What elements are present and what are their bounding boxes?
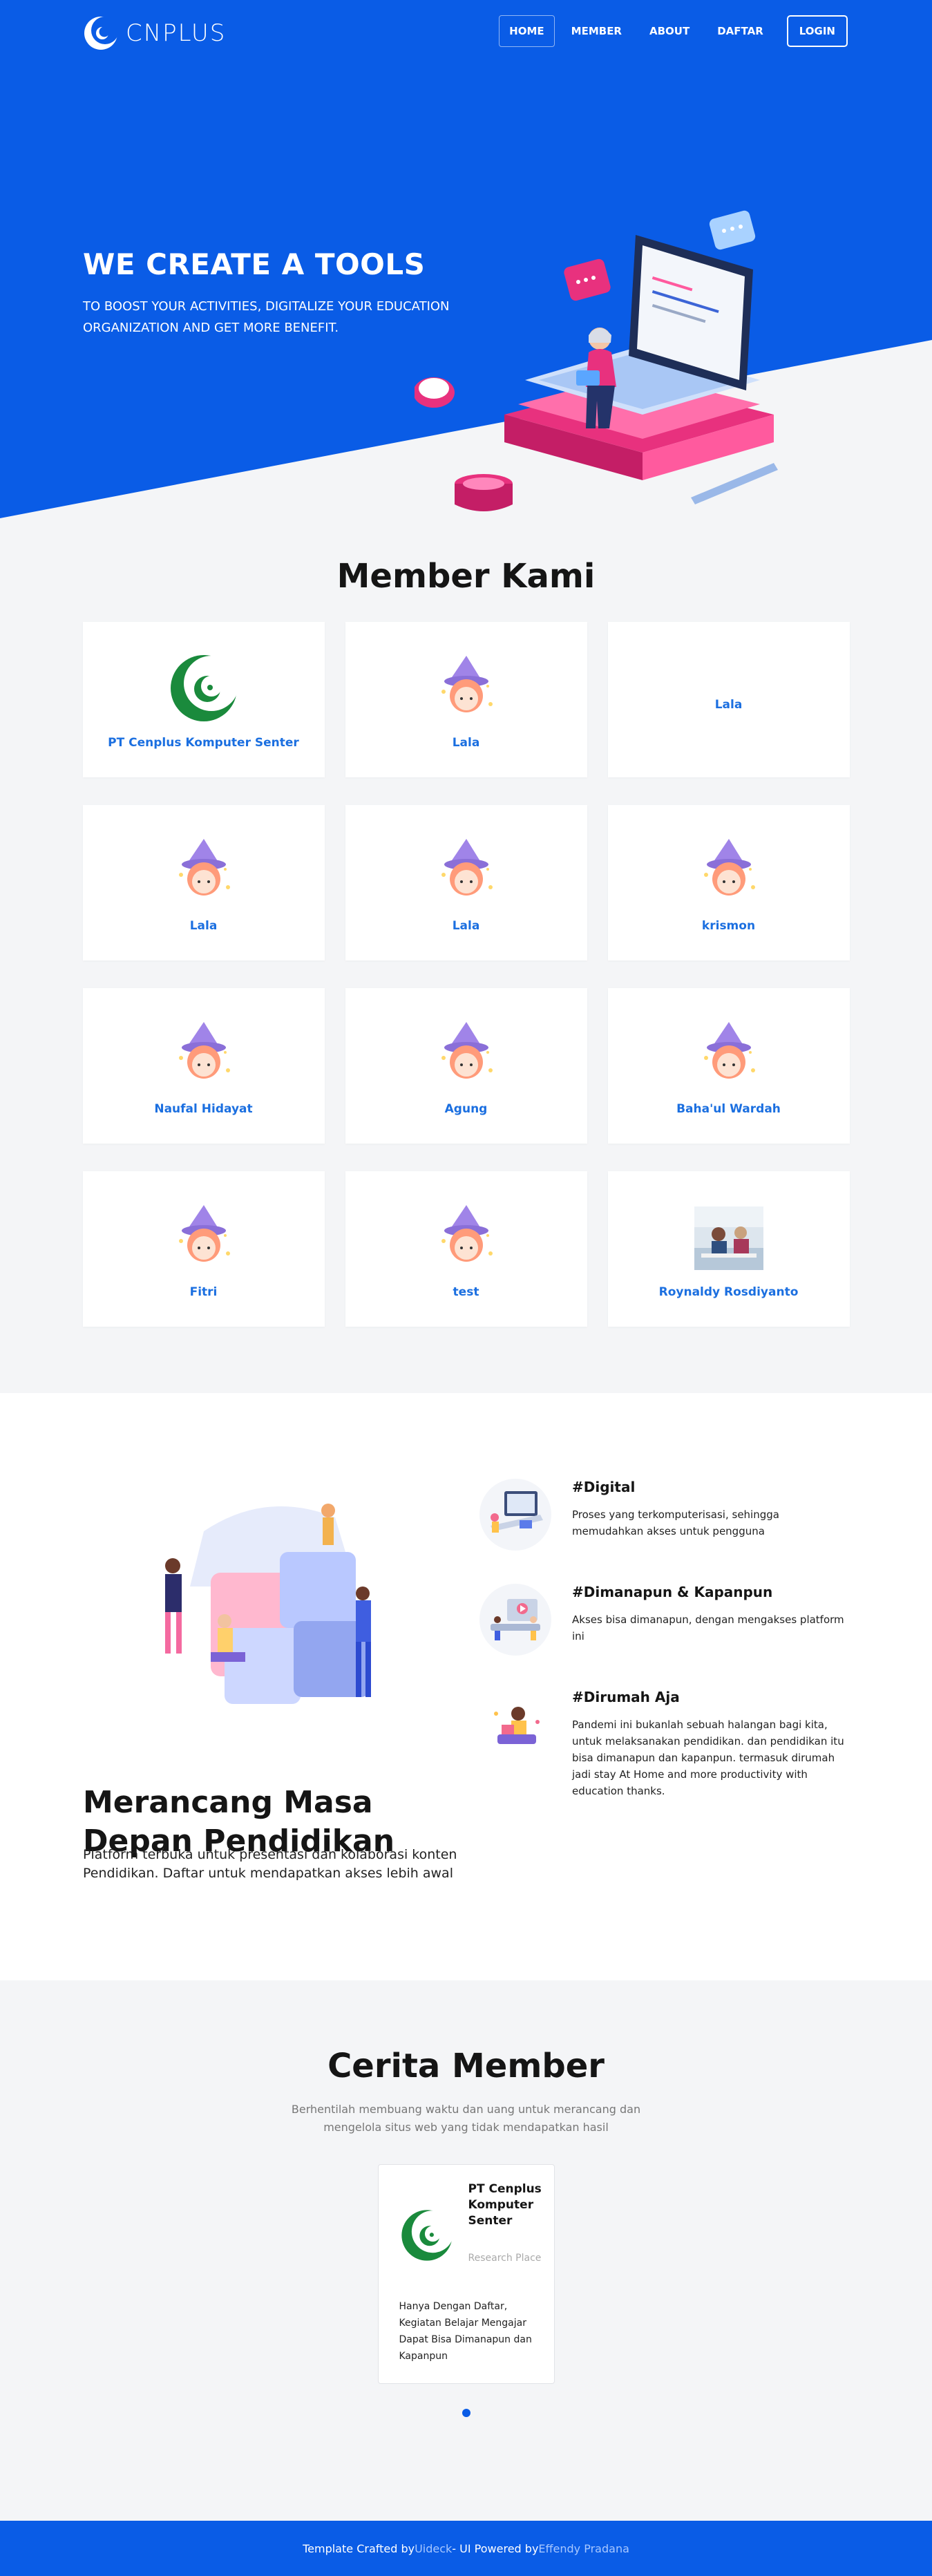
carousel-dot-active[interactable]: [462, 2409, 470, 2417]
witch-girl-avatar-icon: [178, 1204, 230, 1262]
member-name: PT Cenplus Komputer Senter: [108, 735, 299, 750]
footer: Template Crafted by Uideck - UI Powered …: [0, 2521, 932, 2576]
witch-girl-avatar-icon: [178, 838, 230, 896]
brand-logo[interactable]: CNPLUS: [83, 15, 226, 51]
puzzle-team-illustration: [165, 1504, 371, 1704]
nav-home[interactable]: HOME: [499, 15, 555, 47]
footer-link-author[interactable]: Effendy Pradana: [538, 2542, 629, 2555]
carousel-dots: [0, 2409, 932, 2417]
hero-subtitle: TO BOOST YOUR ACTIVITIES, DIGITALIZE YOU…: [83, 299, 450, 335]
feature-item-text: Pandemi ini bukanlah sebuah halangan bag…: [572, 1718, 844, 1797]
witch-girl-avatar-icon: [178, 1021, 230, 1079]
member-card[interactable]: Lala: [607, 622, 850, 777]
member-name: Lala: [714, 697, 743, 712]
computer-desk-icon: [479, 1479, 551, 1551]
witch-girl-avatar-icon: [703, 838, 755, 896]
witch-girl-avatar-icon: [441, 1021, 493, 1079]
member-card[interactable]: Roynaldy Rosdiyanto: [607, 1171, 850, 1327]
member-avatar: [166, 833, 242, 909]
member-card[interactable]: Lala: [82, 805, 325, 960]
member-card[interactable]: Fitri: [82, 1171, 325, 1327]
member-avatar: [166, 650, 242, 726]
hero-title: WE CREATE A TOOLS: [83, 247, 426, 281]
testimonial-role: Research Place: [468, 2253, 542, 2264]
member-name: Lala: [189, 918, 218, 933]
feature-text: Platform terbuka untuk presentasi dan ko…: [83, 1847, 457, 1881]
member-name: Baha'ul Wardah: [676, 1101, 781, 1116]
member-section-title: Member Kami: [336, 557, 596, 596]
member-avatar: [691, 1200, 767, 1276]
feature-item: #Dimanapun & Kapanpun Akses bisa dimanap…: [477, 1581, 850, 1658]
witch-girl-avatar-icon: [441, 838, 493, 896]
hero-laptop-illustration: [415, 210, 778, 511]
member-avatar: [428, 1200, 504, 1276]
feature-item-text: Akses bisa dimanapun, dengan mengakses p…: [572, 1613, 844, 1642]
member-card[interactable]: Lala: [345, 805, 587, 960]
feature-item-title: #Digital: [572, 1479, 636, 1495]
story-subtitle: Berhentilah membuang waktu dan uang untu…: [291, 2103, 641, 2134]
footer-credit-middle: - UI Powered by: [452, 2541, 539, 2555]
member-name: test: [453, 1285, 479, 1299]
member-grid: PT Cenplus Komputer Senter Lala Lala Lal…: [82, 622, 850, 1327]
member-card[interactable]: krismon: [607, 805, 850, 960]
member-name: Fitri: [189, 1285, 218, 1299]
member-card[interactable]: Naufal Hidayat: [82, 988, 325, 1144]
member-card[interactable]: test: [345, 1171, 587, 1327]
member-photo-icon: [694, 1206, 763, 1270]
member-card[interactable]: PT Cenplus Komputer Senter: [82, 622, 325, 777]
member-avatar: [691, 1016, 767, 1092]
navbar: CNPLUS HOME MEMBER ABOUT DAFTAR LOGIN: [0, 0, 932, 66]
cenplus-logo-icon: [170, 654, 239, 721]
cenplus-logo-icon: [401, 2210, 454, 2261]
member-avatar: [428, 650, 504, 726]
member-card[interactable]: Agung: [345, 988, 587, 1144]
main-menu: HOME MEMBER ABOUT DAFTAR LOGIN: [493, 15, 848, 47]
feature-item-title: #Dirumah Aja: [572, 1689, 680, 1705]
member-name: Agung: [444, 1101, 488, 1116]
hero-section: CNPLUS HOME MEMBER ABOUT DAFTAR LOGIN WE…: [0, 0, 932, 518]
member-avatar: [691, 833, 767, 909]
video-meeting-icon: [479, 1584, 551, 1656]
testimonial-name: PT Cenplus Komputer Senter: [468, 2182, 542, 2228]
member-name: Lala: [452, 735, 480, 750]
member-name: Roynaldy Rosdiyanto: [658, 1285, 799, 1299]
member-name: Lala: [452, 918, 480, 933]
story-section-title: Cerita Member: [327, 2047, 605, 2085]
login-button[interactable]: LOGIN: [786, 15, 848, 47]
feature-item-text: Proses yang terkomputerisasi, sehingga m…: [572, 1508, 779, 1537]
crescent-logo-icon: [84, 17, 119, 50]
feature-list: #Digital Proses yang terkomputerisasi, s…: [477, 1476, 850, 1827]
witch-girl-avatar-icon: [441, 655, 493, 712]
member-avatar: [166, 1016, 242, 1092]
member-card[interactable]: Lala: [345, 622, 587, 777]
member-section: Member Kami PT Cenplus Komputer Senter L…: [0, 518, 932, 1393]
member-card[interactable]: Baha'ul Wardah: [607, 988, 850, 1144]
nav-daftar[interactable]: DAFTAR: [706, 15, 774, 47]
home-study-icon: [479, 1689, 551, 1761]
feature-item: #Digital Proses yang terkomputerisasi, s…: [477, 1476, 850, 1553]
member-avatar: [166, 1200, 242, 1276]
witch-girl-avatar-icon: [703, 1021, 755, 1079]
member-name: Naufal Hidayat: [154, 1101, 253, 1116]
story-section: Cerita Member Berhentilah membuang waktu…: [0, 1980, 932, 2521]
member-avatar: [428, 1016, 504, 1092]
feature-item-title: #Dimanapun & Kapanpun: [572, 1584, 773, 1600]
member-avatar: [428, 833, 504, 909]
feature-item: #Dirumah Aja Pandemi ini bukanlah sebuah…: [477, 1686, 850, 1799]
feature-section: Merancang Masa Depan Pendidikan Platform…: [0, 1393, 932, 1980]
brand-name: CNPLUS: [126, 19, 227, 47]
witch-girl-avatar-icon: [441, 1204, 493, 1262]
nav-member[interactable]: MEMBER: [560, 15, 633, 47]
footer-link-uideck[interactable]: Uideck: [415, 2542, 452, 2555]
nav-about[interactable]: ABOUT: [638, 15, 701, 47]
testimonial-text: Hanya Dengan Daftar, Kegiatan Belajar Me…: [399, 2301, 532, 2362]
footer-credit-prefix: Template Crafted by: [303, 2541, 415, 2555]
testimonial-card[interactable]: PT Cenplus Komputer Senter Research Plac…: [377, 2164, 555, 2384]
member-name: krismon: [701, 918, 756, 933]
